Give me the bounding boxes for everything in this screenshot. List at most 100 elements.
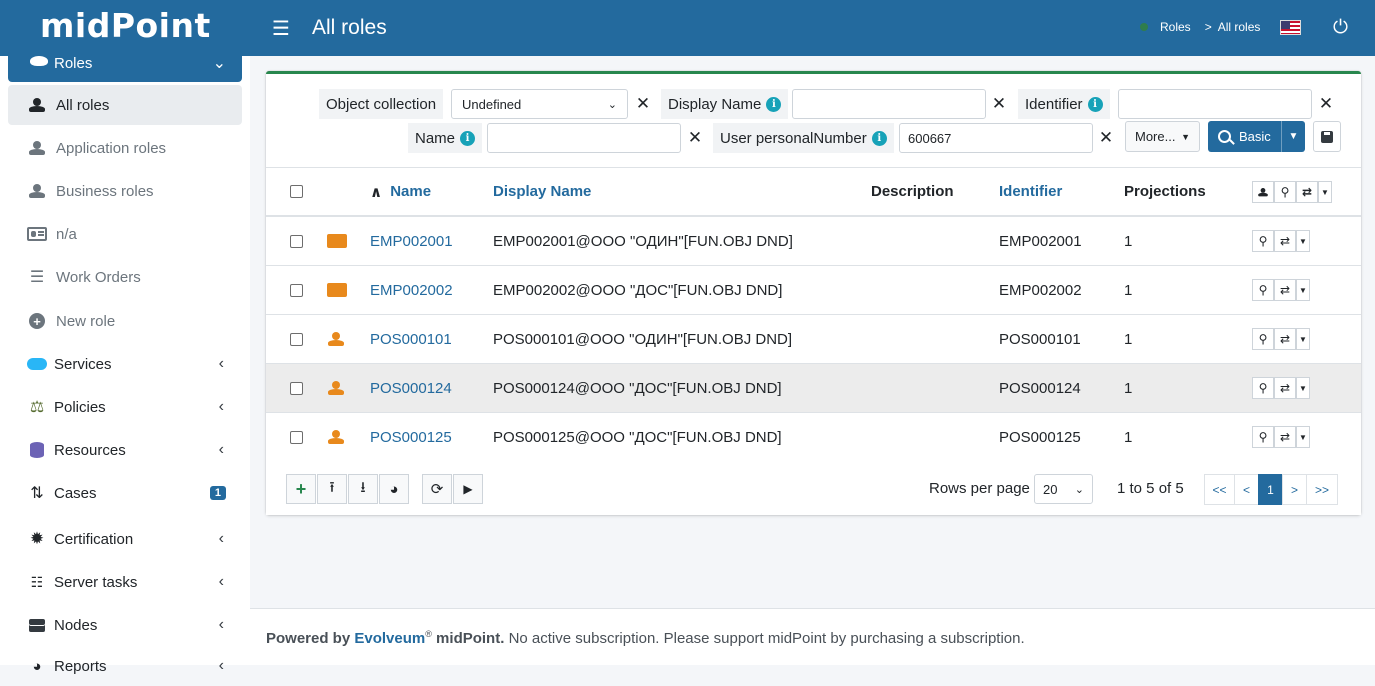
clear-identifier-button[interactable]: ✕	[1315, 89, 1337, 119]
row-checkbox[interactable]	[290, 381, 303, 395]
clear-name-button[interactable]: ✕	[684, 123, 706, 153]
info-icon[interactable]: i	[460, 130, 476, 146]
row-identifier: POS000125	[999, 429, 1081, 446]
sidebar-roles-header[interactable]: Roles ⌄	[8, 50, 242, 82]
exchange-icon[interactable]: ⇄	[1274, 328, 1296, 350]
display-name-input[interactable]	[792, 89, 986, 119]
row-name-link[interactable]: POS000125	[370, 429, 452, 446]
caret-down-icon[interactable]: ▼	[1318, 181, 1332, 203]
page-first-button[interactable]: <<	[1204, 474, 1235, 505]
table-row[interactable]: EMP002002 EMP002002@ООО "ДОС"[FUN.OBJ DN…	[266, 266, 1361, 315]
page-last-button[interactable]: >>	[1306, 474, 1338, 505]
page-prev-button[interactable]: <	[1234, 474, 1259, 505]
clear-display-name-button[interactable]: ✕	[988, 89, 1010, 119]
row-name-link[interactable]: POS000124	[370, 380, 452, 397]
object-collection-select[interactable]: Undefined ⌄	[451, 89, 628, 119]
table-row[interactable]: EMP002001 EMP002001@ООО "ОДИН"[FUN.OBJ D…	[266, 217, 1361, 266]
sidebar-item-na[interactable]: n/a	[8, 214, 242, 254]
sidebar-item-application-roles[interactable]: Application roles	[8, 128, 242, 168]
column-header-identifier[interactable]: Identifier	[999, 183, 1062, 200]
table-row[interactable]: POS000101 POS000101@ООО "ОДИН"[FUN.OBJ D…	[266, 315, 1361, 364]
sidebar-item-resources[interactable]: Resources ‹	[8, 430, 242, 470]
footer-evolveum-link[interactable]: Evolveum	[354, 630, 425, 647]
exchange-icon[interactable]: ⇄	[1296, 181, 1318, 203]
power-logout-icon[interactable]: ⏻	[1333, 17, 1348, 39]
info-icon[interactable]: i	[1087, 96, 1103, 112]
name-input[interactable]	[487, 123, 681, 153]
row-checkbox[interactable]	[290, 332, 303, 346]
select-all-checkbox[interactable]	[290, 185, 303, 198]
exchange-icon[interactable]: ⇄	[1274, 230, 1296, 252]
caret-down-icon[interactable]: ▼	[1296, 279, 1310, 301]
caret-down-icon[interactable]: ▼	[1281, 121, 1305, 152]
sidebar-item-new-role[interactable]: + New role	[8, 301, 242, 341]
unassign-icon[interactable]: ⚲	[1252, 328, 1274, 350]
sidebar-item-certification[interactable]: ✹ Certification ‹	[8, 519, 242, 559]
object-collection-label: Object collection	[319, 89, 444, 119]
exchange-icon[interactable]: ⇄	[1274, 377, 1296, 399]
pie-chart-icon: ◕	[32, 657, 42, 675]
clear-personal-number-button[interactable]: ✕	[1095, 123, 1117, 153]
save-search-button[interactable]	[1313, 121, 1341, 152]
exchange-icon[interactable]: ⇄	[1274, 279, 1296, 301]
us-flag-icon[interactable]	[1280, 20, 1301, 35]
tasks-icon: ☷	[30, 573, 44, 590]
pagination-range: 1 to 5 of 5	[1117, 480, 1184, 497]
page-1-button[interactable]: 1	[1258, 474, 1283, 505]
row-checkbox[interactable]	[290, 431, 303, 444]
pie-chart-plus-icon[interactable]: ◕	[379, 474, 409, 504]
sidebar-item-work-orders[interactable]: ☰ Work Orders	[8, 257, 242, 297]
sidebar-item-reports[interactable]: ◕ Reports ‹	[8, 646, 242, 686]
caret-down-icon[interactable]: ▼	[1296, 377, 1310, 399]
caret-down-icon[interactable]: ▼	[1296, 426, 1310, 448]
row-name-link[interactable]: EMP002002	[370, 282, 453, 299]
midpoint-logo[interactable]: midPoint	[40, 6, 211, 45]
clear-object-collection-button[interactable]: ✕	[632, 89, 654, 119]
search-basic-button[interactable]: Basic ▼	[1208, 121, 1305, 152]
table-row[interactable]: POS000124 POS000124@ООО "ДОС"[FUN.OBJ DN…	[266, 364, 1361, 413]
page-next-button[interactable]: >	[1282, 474, 1307, 505]
column-header-display-name[interactable]: Display Name	[493, 183, 591, 200]
unassign-icon[interactable]: ⚲	[1252, 279, 1274, 301]
info-icon[interactable]: i	[766, 96, 782, 112]
row-checkbox[interactable]	[290, 234, 303, 248]
play-icon[interactable]: ▶	[453, 474, 483, 504]
personal-number-input[interactable]	[899, 123, 1093, 153]
sidebar-item-nodes[interactable]: Nodes ‹	[8, 605, 242, 645]
row-name-link[interactable]: POS000101	[370, 331, 452, 348]
assign-icon[interactable]	[1252, 181, 1274, 203]
sidebar-item-label: Work Orders	[56, 268, 141, 286]
caret-down-icon[interactable]: ▼	[1296, 230, 1310, 252]
unassign-icon[interactable]: ⚲	[1252, 426, 1274, 448]
download-icon[interactable]: ⭳	[348, 474, 378, 504]
row-checkbox[interactable]	[290, 283, 303, 297]
column-header-name[interactable]: Name	[390, 183, 431, 200]
row-name-link[interactable]: EMP002001	[370, 233, 453, 250]
rows-per-page-label: Rows per page	[929, 480, 1030, 497]
sidebar-item-server-tasks[interactable]: ☷ Server tasks ‹	[8, 562, 242, 602]
unassign-icon[interactable]: ⚲	[1252, 377, 1274, 399]
sidebar-item-policies[interactable]: ⚖ Policies ‹	[8, 387, 242, 427]
sidebar-roles-label: Roles	[54, 55, 93, 72]
more-filters-button[interactable]: More... ▼	[1125, 121, 1200, 152]
row-actions: ⚲ ⇄ ▼	[1252, 279, 1310, 301]
sidebar-item-services[interactable]: Services ‹	[8, 344, 242, 384]
identifier-input[interactable]	[1118, 89, 1312, 119]
refresh-icon[interactable]: ⟳	[422, 474, 452, 504]
table-row[interactable]: POS000125 POS000125@ООО "ДОС"[FUN.OBJ DN…	[266, 413, 1361, 462]
unassign-icon[interactable]: ⚲	[1252, 230, 1274, 252]
breadcrumb-roles[interactable]: Roles	[1160, 20, 1191, 34]
add-icon[interactable]: +	[286, 474, 316, 504]
sidebar-item-business-roles[interactable]: Business roles	[8, 171, 242, 211]
caret-down-icon[interactable]: ▼	[1296, 328, 1310, 350]
hamburger-menu-icon[interactable]: ☰	[272, 16, 290, 41]
balance-scale-icon: ⚖	[29, 399, 45, 416]
sidebar-item-label: Services	[54, 355, 112, 373]
exchange-icon[interactable]: ⇄	[1274, 426, 1296, 448]
sidebar-item-cases[interactable]: ⇅ Cases 1	[8, 473, 242, 513]
upload-icon[interactable]: ⭱	[317, 474, 347, 504]
sidebar-item-all-roles[interactable]: All roles	[8, 85, 242, 125]
rows-per-page-select[interactable]: 20 ⌄	[1034, 474, 1093, 504]
info-icon[interactable]: i	[871, 130, 887, 146]
unassign-icon[interactable]: ⚲	[1274, 181, 1296, 203]
